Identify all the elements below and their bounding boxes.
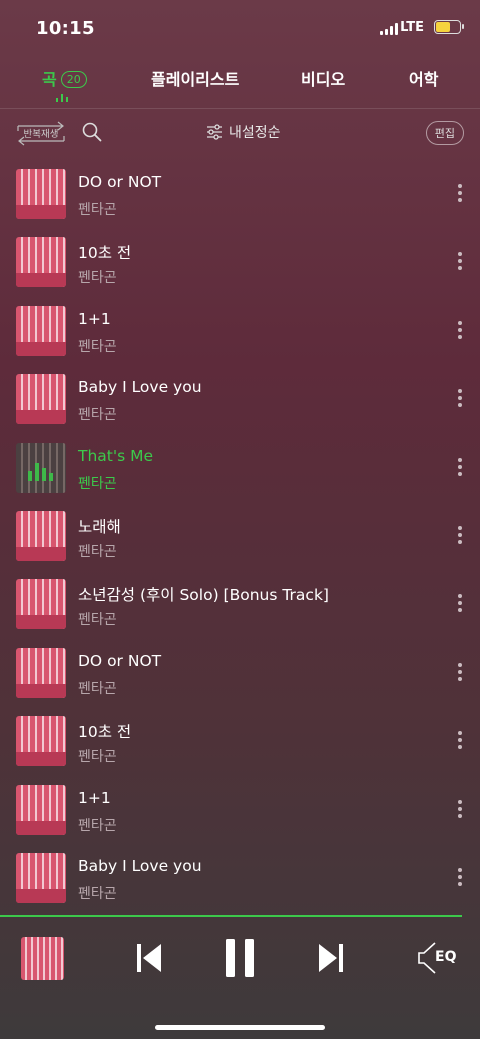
- song-artist: 펜타곤: [78, 818, 117, 834]
- tab-playlists[interactable]: 플레이리스트: [151, 66, 239, 90]
- song-title: DO or NOT: [78, 173, 162, 191]
- tab-videos[interactable]: 비디오: [301, 66, 345, 90]
- sort-settings-icon: [207, 124, 222, 140]
- more-options-icon[interactable]: [458, 800, 462, 818]
- song-artist: 펜타곤: [78, 407, 117, 423]
- song-title: 10초 전: [78, 723, 132, 741]
- more-options-icon[interactable]: [458, 389, 462, 407]
- eq-label: EQ: [435, 949, 457, 965]
- repeat-label: 반복재생: [23, 129, 59, 140]
- song-artist: 펜타곤: [78, 886, 117, 902]
- pause-icon: [226, 939, 254, 977]
- song-artist: 펜타곤: [78, 681, 117, 697]
- list-toolbar: 반복재생 내설정순 편집: [0, 116, 480, 152]
- song-title: 10초 전: [78, 244, 132, 262]
- song-row[interactable]: 소년감성 (후이 Solo) [Bonus Track] 펜타곤: [0, 570, 480, 638]
- song-row[interactable]: 10초 전 펜타곤: [0, 707, 480, 775]
- album-art: [16, 853, 66, 903]
- more-options-icon[interactable]: [458, 184, 462, 202]
- song-row[interactable]: 1+1 펜타곤: [0, 297, 480, 365]
- album-art: [16, 511, 66, 561]
- song-row[interactable]: DO or NOT 펜타곤: [0, 639, 480, 707]
- album-art: [16, 169, 66, 219]
- song-row[interactable]: Baby I Love you 펜타곤: [0, 844, 480, 912]
- previous-icon: [137, 944, 161, 972]
- song-row[interactable]: 노래해 펜타곤: [0, 502, 480, 570]
- equalizer-icon: [56, 94, 68, 102]
- album-art: [16, 785, 66, 835]
- search-icon[interactable]: [82, 122, 102, 146]
- status-time: 10:15: [36, 18, 95, 39]
- song-artist: 펜타곤: [78, 612, 117, 628]
- more-options-icon[interactable]: [458, 594, 462, 612]
- song-title: 1+1: [78, 789, 111, 807]
- song-artist: 펜타곤: [78, 270, 117, 286]
- song-row[interactable]: 10초 전 펜타곤: [0, 228, 480, 296]
- album-art: [16, 716, 66, 766]
- status-bar: 10:15 LTE: [0, 0, 480, 58]
- song-title: Baby I Love you: [78, 857, 202, 875]
- song-artist: 펜타곤: [78, 544, 117, 560]
- tab-bar: 곡 20 플레이리스트 비디오 어학: [0, 58, 480, 108]
- album-art: [16, 306, 66, 356]
- song-title: DO or NOT: [78, 652, 162, 670]
- song-title: That's Me: [78, 447, 154, 465]
- song-title: 소년감성 (후이 Solo) [Bonus Track]: [78, 586, 329, 604]
- more-options-icon[interactable]: [458, 458, 462, 476]
- tab-language[interactable]: 어학: [409, 66, 438, 90]
- now-playing-icon: [28, 463, 53, 481]
- song-artist: 펜타곤: [78, 476, 117, 492]
- previous-button[interactable]: [136, 938, 162, 982]
- song-artist: 펜타곤: [78, 339, 117, 355]
- next-button[interactable]: [318, 938, 344, 982]
- tab-divider: [0, 108, 480, 109]
- song-count-badge: 20: [60, 71, 87, 88]
- more-options-icon[interactable]: [458, 731, 462, 749]
- pause-button[interactable]: [225, 938, 255, 982]
- song-row[interactable]: DO or NOT 펜타곤: [0, 160, 480, 228]
- song-row-now-playing[interactable]: That's Me 펜타곤: [0, 434, 480, 502]
- tab-songs-label: 곡: [42, 70, 57, 89]
- mini-player: EQ: [0, 917, 480, 1039]
- album-art: [16, 648, 66, 698]
- tab-songs[interactable]: 곡 20: [42, 66, 87, 102]
- more-options-icon[interactable]: [458, 663, 462, 681]
- song-row[interactable]: Baby I Love you 펜타곤: [0, 365, 480, 433]
- song-title: 노래해: [78, 518, 121, 536]
- album-art: [16, 237, 66, 287]
- repeat-button[interactable]: 반복재생: [16, 119, 66, 147]
- sort-button[interactable]: 내설정순: [206, 122, 281, 142]
- song-artist: 펜타곤: [78, 749, 117, 765]
- now-playing-album-art[interactable]: [21, 937, 64, 980]
- song-artist: 펜타곤: [78, 202, 117, 218]
- speaker-icon: [418, 942, 436, 974]
- more-options-icon[interactable]: [458, 868, 462, 886]
- network-label: LTE: [400, 20, 424, 35]
- more-options-icon[interactable]: [458, 252, 462, 270]
- eq-button[interactable]: EQ: [417, 941, 456, 979]
- more-options-icon[interactable]: [458, 526, 462, 544]
- album-art: [16, 443, 66, 493]
- album-art: [16, 374, 66, 424]
- signal-icon: [380, 23, 398, 35]
- sort-label: 내설정순: [229, 125, 281, 141]
- battery-icon: [434, 20, 464, 34]
- more-options-icon[interactable]: [458, 321, 462, 339]
- song-title: 1+1: [78, 310, 111, 328]
- edit-button[interactable]: 편집: [425, 121, 464, 145]
- next-icon: [319, 944, 343, 972]
- album-art: [16, 579, 66, 629]
- song-row[interactable]: 1+1 펜타곤: [0, 776, 480, 844]
- home-indicator[interactable]: [155, 1025, 325, 1030]
- song-title: Baby I Love you: [78, 378, 202, 396]
